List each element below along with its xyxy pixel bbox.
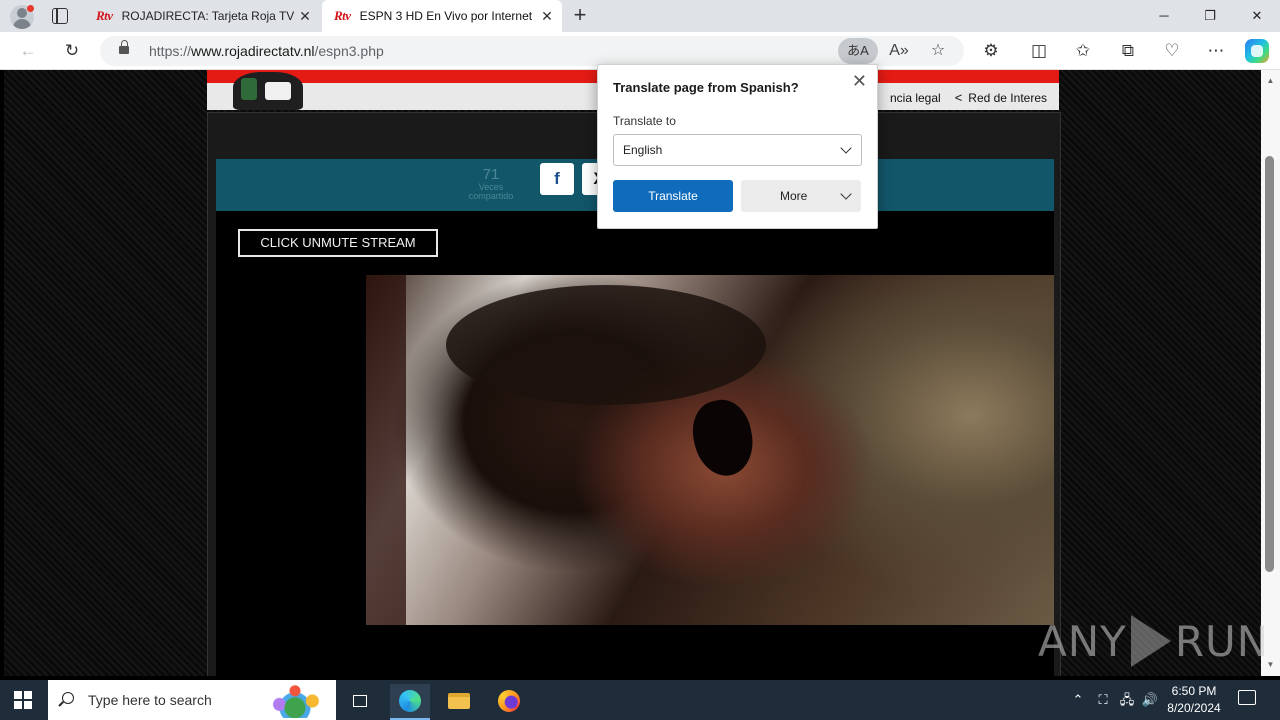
search-icon xyxy=(62,692,74,704)
tab-strip: Rtv ROJADIRECTA: Tarjeta Roja TV - P ✕ R… xyxy=(0,0,1280,32)
avatar-body xyxy=(13,19,31,29)
interest-network-link[interactable]: < Red de Interes xyxy=(955,90,1047,105)
start-pane-3 xyxy=(14,701,22,709)
start-pane-1 xyxy=(14,691,22,699)
video-dark-region xyxy=(446,285,766,405)
tab-close-icon[interactable]: ✕ xyxy=(536,8,558,25)
chevron-down-icon xyxy=(840,188,852,200)
read-aloud-icon[interactable]: A» xyxy=(885,38,913,64)
translate-button[interactable]: Translate xyxy=(613,180,733,212)
url-path: /espn3.php xyxy=(314,43,384,59)
video-player[interactable]: CLICK UNMUTE STREAM xyxy=(216,211,1054,676)
volume-icon[interactable]: 🔊 xyxy=(1140,680,1160,720)
tab-espn3[interactable]: Rtv ESPN 3 HD En Vivo por Internet ✕ xyxy=(322,0,562,32)
target-language-select[interactable]: English xyxy=(613,134,862,166)
legal-notice-link[interactable]: ncia legal xyxy=(890,91,941,105)
tray-device-icon[interactable]: ⛶ xyxy=(1092,680,1114,720)
task-view-icon[interactable] xyxy=(340,684,380,720)
watermark-left: ANY xyxy=(1038,616,1127,666)
firefox-logo xyxy=(498,690,520,712)
url-host: www.rojadirectatv.nl xyxy=(191,43,315,59)
network-icon[interactable]: 🖧 xyxy=(1116,680,1138,720)
maximize-button[interactable]: ❐ xyxy=(1187,0,1233,32)
close-window-button[interactable]: ✕ xyxy=(1234,0,1280,32)
unmute-stream-button[interactable]: CLICK UNMUTE STREAM xyxy=(238,229,438,257)
rtv-favicon-icon: Rtv xyxy=(334,8,351,23)
task-view-glyph xyxy=(353,695,367,707)
new-tab-button[interactable]: + xyxy=(568,4,592,28)
extensions-icon[interactable]: ⚙ xyxy=(977,38,1005,64)
tab-title: ESPN 3 HD En Vivo por Internet xyxy=(359,9,533,23)
more-options-icon[interactable]: ⋯ xyxy=(1202,38,1230,64)
avatar-head xyxy=(17,8,27,18)
video-frame[interactable] xyxy=(366,275,1054,625)
firefox-icon[interactable] xyxy=(489,684,529,720)
translate-to-label: Translate to xyxy=(613,114,676,128)
tab-rojadirecta[interactable]: Rtv ROJADIRECTA: Tarjeta Roja TV - P ✕ xyxy=(84,0,320,32)
mascot-face xyxy=(265,82,291,100)
clock-time: 6:50 PM xyxy=(1171,684,1217,698)
copilot-icon[interactable] xyxy=(1245,39,1269,63)
url-prefix: https:// xyxy=(149,43,192,59)
mascot-shirt xyxy=(241,78,257,100)
translate-popup: Translate page from Spanish? ✕ Translate… xyxy=(597,64,878,229)
header-links: ncia legal < Red de Interes xyxy=(890,90,1047,105)
page-scrollbar[interactable]: ▲ ▼ xyxy=(1261,70,1280,676)
collections-icon[interactable]: ⧉ xyxy=(1114,38,1142,64)
anyrun-watermark: ANY RUN xyxy=(1038,610,1268,672)
video-shadow xyxy=(366,275,406,625)
tab-close-icon[interactable]: ✕ xyxy=(294,8,316,25)
clock-date: 8/20/2024 xyxy=(1167,701,1221,715)
tab-title: ROJADIRECTA: Tarjeta Roja TV - P xyxy=(121,9,294,23)
search-placeholder: Type here to search xyxy=(88,692,212,708)
play-triangle-icon xyxy=(1130,615,1171,667)
notifications-icon[interactable] xyxy=(1238,690,1256,705)
windows-start-icon[interactable] xyxy=(14,691,32,709)
favorite-star-icon[interactable]: ☆ xyxy=(924,38,952,64)
close-icon[interactable]: ✕ xyxy=(852,71,867,92)
chevron-down-icon xyxy=(840,142,852,154)
start-pane-2 xyxy=(24,691,32,699)
more-button[interactable]: More xyxy=(741,180,861,212)
back-arrow-icon[interactable]: ← xyxy=(14,38,42,64)
profile-notification-dot xyxy=(27,5,34,12)
browser-essentials-icon[interactable]: ♡ xyxy=(1158,38,1186,64)
facebook-share-button[interactable]: f xyxy=(540,163,574,195)
share-count-number: 71 xyxy=(482,166,500,183)
minimize-button[interactable]: ─ xyxy=(1141,0,1187,32)
watermark-right: RUN xyxy=(1174,616,1270,666)
folder-glyph xyxy=(448,693,470,709)
more-button-label: More xyxy=(780,189,808,203)
translate-popup-title: Translate page from Spanish? xyxy=(613,80,799,95)
taskbar-search-box[interactable]: Type here to search xyxy=(48,680,336,720)
scroll-up-icon[interactable]: ▲ xyxy=(1261,74,1280,88)
share-icon: < xyxy=(954,90,963,105)
windows-taskbar: Type here to search ⌃ ⛶ 🖧 🔊 6:50 PM 8/20… xyxy=(0,680,1280,720)
video-dark-spot xyxy=(686,394,760,482)
rtv-favicon-icon: Rtv xyxy=(96,8,113,23)
edge-logo xyxy=(399,690,421,712)
url-text[interactable]: https://www.rojadirectatv.nl/espn3.php xyxy=(149,43,384,59)
favorites-icon[interactable]: ✩ xyxy=(1069,38,1097,64)
share-count: 71 Veces compartido xyxy=(456,167,526,201)
tray-chevron-icon[interactable]: ⌃ xyxy=(1068,680,1088,720)
refresh-icon[interactable]: ↻ xyxy=(58,38,86,64)
taskbar-clock[interactable]: 6:50 PM 8/20/2024 xyxy=(1158,683,1230,717)
mascot-logo[interactable] xyxy=(229,70,309,110)
tab-actions-icon[interactable] xyxy=(52,8,68,24)
share-count-label-2: compartido xyxy=(468,191,514,201)
start-pane-4 xyxy=(24,701,32,709)
edge-icon[interactable] xyxy=(390,684,430,720)
interest-network-label: Red de Interes xyxy=(968,91,1047,105)
scroll-thumb[interactable] xyxy=(1265,156,1274,572)
lock-icon[interactable] xyxy=(119,40,129,54)
translate-icon[interactable]: あA xyxy=(838,38,878,64)
file-explorer-icon[interactable] xyxy=(439,684,479,720)
split-screen-icon[interactable]: ◫ xyxy=(1025,38,1053,64)
selected-language: English xyxy=(623,143,663,157)
address-bar[interactable]: https://www.rojadirectatv.nl/espn3.php あ… xyxy=(100,36,964,66)
search-highlight-illustration-icon xyxy=(264,684,326,718)
